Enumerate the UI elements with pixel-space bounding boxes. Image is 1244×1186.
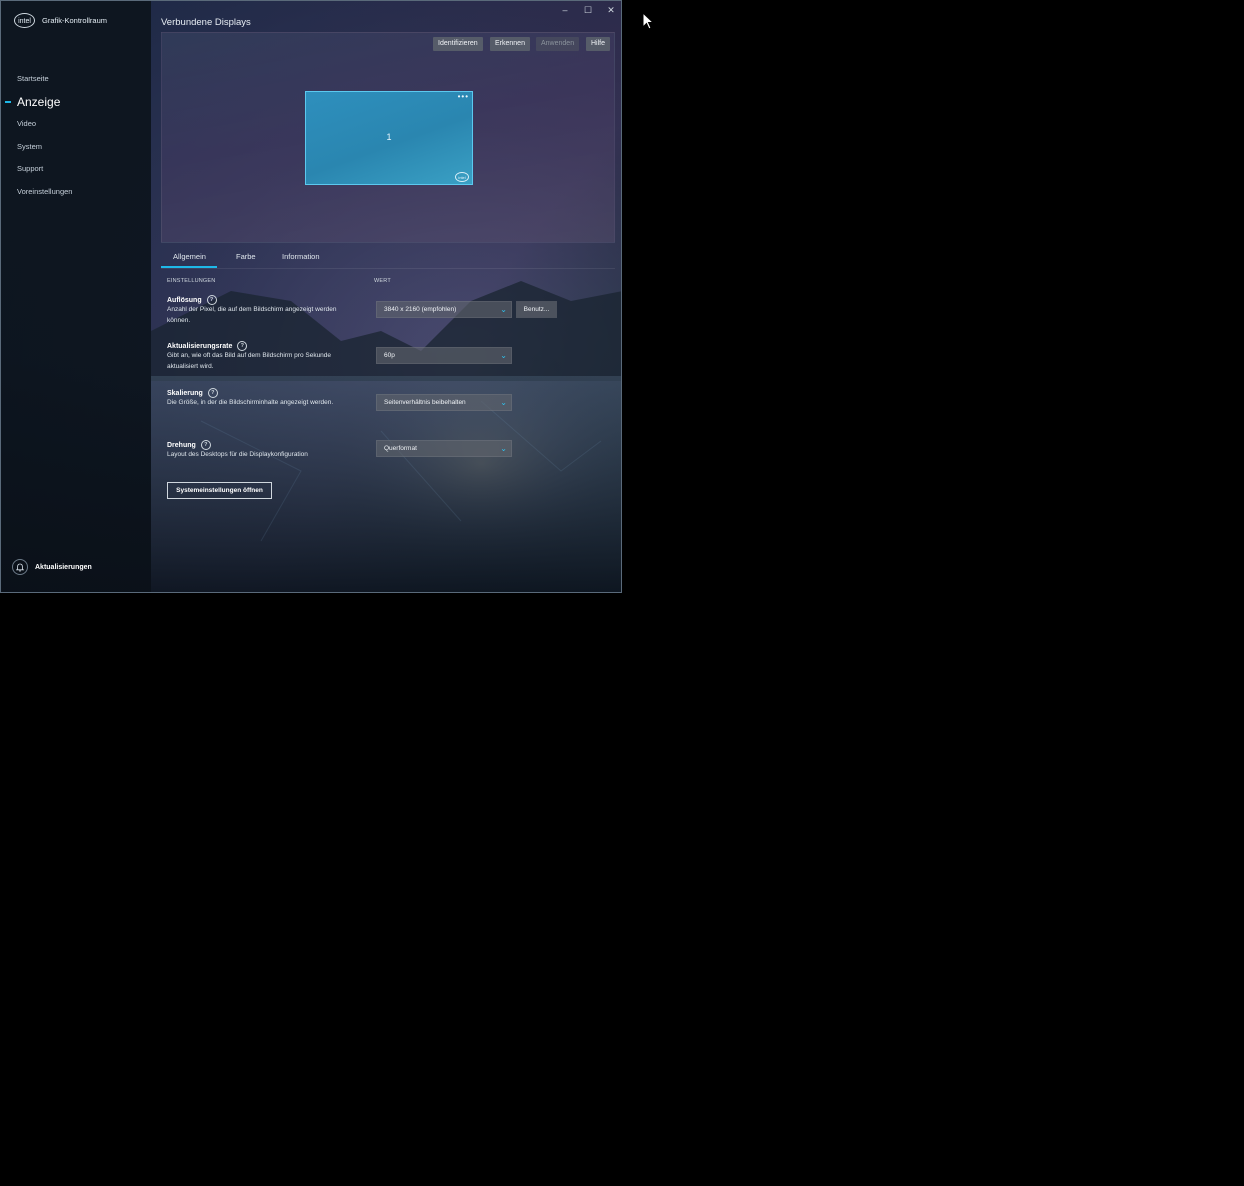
resolution-dropdown[interactable]: 3840 x 2160 (empfohlen) ⌄ — [376, 301, 512, 318]
bell-icon — [12, 559, 28, 575]
rotation-description: Layout des Desktops für die Displaykonfi… — [167, 451, 308, 458]
chevron-down-icon: ⌄ — [500, 398, 507, 407]
scaling-value: Seitenverhältnis beibehalten — [384, 399, 466, 406]
identify-button[interactable]: Identifizieren — [433, 37, 483, 51]
refresh-rate-dropdown[interactable]: 60p ⌄ — [376, 347, 512, 364]
refresh-rate-value: 60p — [384, 352, 395, 359]
custom-resolution-button[interactable]: Benutz... — [516, 301, 557, 318]
tab-information[interactable]: Information — [282, 252, 320, 261]
display-preview-panel: Identifizieren Erkennen Anwenden Hilfe •… — [161, 32, 615, 243]
resolution-description: Anzahl der Pixel, die auf dem Bildschirm… — [167, 306, 337, 324]
sidebar-item-voreinstellungen[interactable]: Voreinstellungen — [17, 187, 72, 196]
column-header-value: WERT — [374, 278, 391, 284]
maximize-button[interactable]: ☐ — [581, 4, 595, 16]
apply-button[interactable]: Anwenden — [536, 37, 580, 51]
scaling-description: Die Größe, in der die Bildschirminhalte … — [167, 399, 334, 406]
tab-allgemein[interactable]: Allgemein — [173, 252, 206, 261]
sidebar-item-anzeige[interactable]: Anzeige — [17, 95, 60, 109]
app-header: intel Grafik-Kontrollraum — [14, 13, 107, 28]
detect-button[interactable]: Erkennen — [490, 37, 530, 51]
help-button[interactable]: Hilfe — [586, 37, 611, 51]
tab-divider — [161, 268, 615, 269]
chevron-down-icon: ⌄ — [500, 444, 507, 453]
monitor-number: 1 — [386, 132, 392, 142]
active-nav-indicator — [5, 101, 11, 103]
mouse-cursor-icon — [642, 12, 654, 30]
updates-label: Aktualisierungen — [35, 563, 92, 571]
resolution-value: 3840 x 2160 (empfohlen) — [384, 306, 457, 313]
sidebar-item-startseite[interactable]: Startseite — [17, 74, 49, 83]
column-header-settings: EINSTELLUNGEN — [167, 278, 216, 284]
monitor-tile[interactable]: ••• 1 intel — [305, 91, 473, 185]
intel-logo: intel — [14, 13, 35, 28]
chevron-down-icon: ⌄ — [500, 305, 507, 314]
monitor-menu-icon[interactable]: ••• — [458, 92, 469, 101]
sidebar-item-system[interactable]: System — [17, 142, 42, 151]
scaling-dropdown[interactable]: Seitenverhältnis beibehalten ⌄ — [376, 394, 512, 411]
rotation-value: Querformat — [384, 445, 417, 452]
app-title: Grafik-Kontrollraum — [42, 16, 108, 25]
updates-button[interactable]: Aktualisierungen — [12, 559, 92, 575]
sidebar-item-support[interactable]: Support — [17, 164, 43, 173]
sidebar-item-video[interactable]: Video — [17, 119, 36, 128]
open-system-settings-button[interactable]: Systemeinstellungen öffnen — [167, 482, 272, 499]
rotation-dropdown[interactable]: Querformat ⌄ — [376, 440, 512, 457]
app-window: intel Grafik-Kontrollraum Startseite Anz… — [0, 0, 622, 593]
refresh-rate-description: Gibt an, wie oft das Bild auf dem Bildsc… — [167, 352, 332, 370]
minimize-button[interactable]: – — [558, 4, 572, 16]
active-tab-indicator — [161, 266, 217, 268]
chevron-down-icon: ⌄ — [500, 351, 507, 360]
intel-badge-icon: intel — [455, 172, 469, 182]
rotation-title-text: Drehung — [167, 441, 196, 449]
tab-farbe[interactable]: Farbe — [236, 252, 256, 261]
sidebar: intel Grafik-Kontrollraum Startseite Anz… — [1, 1, 151, 592]
scaling-title-text: Skalierung — [167, 389, 203, 397]
page-title: Verbundene Displays — [161, 17, 251, 28]
refresh-rate-title-text: Aktualisierungsrate — [167, 342, 233, 350]
close-button[interactable]: ✕ — [604, 4, 618, 16]
resolution-title-text: Auflösung — [167, 296, 202, 304]
